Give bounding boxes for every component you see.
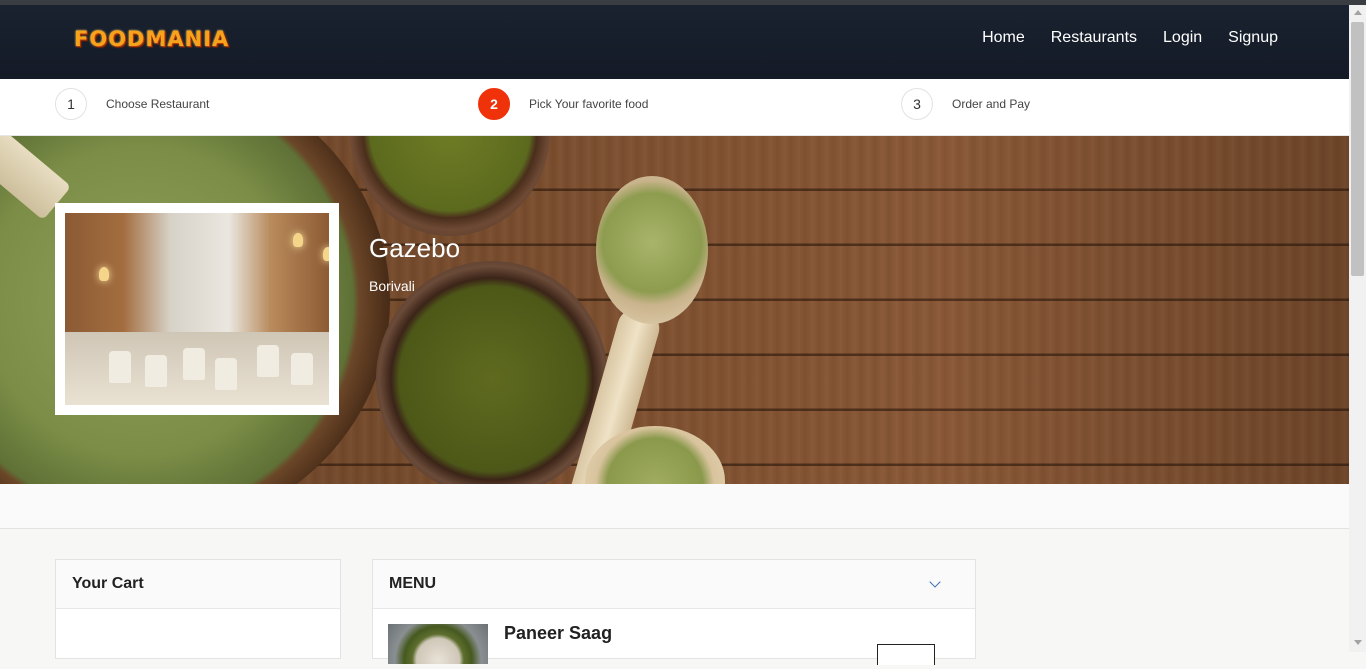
step-number: 1 — [55, 88, 87, 120]
step-label: Order and Pay — [952, 97, 1031, 111]
nav-login-link[interactable]: Login — [1163, 29, 1202, 47]
lamp-decoration — [323, 247, 329, 261]
nav-links: Home Restaurants Login Signup — [982, 29, 1278, 47]
menu-header[interactable]: MENU — [373, 560, 975, 609]
restaurant-hero-banner: Gazebo Borivali — [0, 136, 1349, 484]
lamp-decoration — [99, 267, 109, 281]
step-label: Pick Your favorite food — [529, 97, 649, 111]
tea-cup-decoration — [350, 136, 550, 236]
step-pick-food[interactable]: 2 Pick Your favorite food — [478, 88, 648, 120]
restaurant-photo — [65, 213, 329, 405]
nav-home-link[interactable]: Home — [982, 29, 1025, 47]
chair-decoration — [183, 348, 205, 380]
food-thumbnail — [388, 624, 488, 664]
chair-decoration — [257, 345, 279, 377]
chair-decoration — [145, 355, 167, 387]
scroll-up-arrow-icon[interactable] — [1354, 10, 1362, 15]
nav-restaurants-link[interactable]: Restaurants — [1051, 29, 1137, 47]
chevron-down-icon[interactable] — [929, 576, 941, 588]
step-number-active: 2 — [478, 88, 510, 120]
order-steps: 1 Choose Restaurant 2 Pick Your favorite… — [0, 79, 1349, 136]
foodmania-logo[interactable]: FOODMANIA — [74, 27, 229, 51]
step-order-pay[interactable]: 3 Order and Pay — [901, 88, 1030, 120]
section-divider — [0, 484, 1349, 529]
menu-panel: MENU Paneer Saag — [372, 559, 976, 665]
spoon-decoration — [596, 176, 708, 324]
food-name: Paneer Saag — [504, 623, 613, 643]
nav-signup-link[interactable]: Signup — [1228, 29, 1278, 47]
restaurant-photo-frame — [55, 203, 339, 415]
cart-panel: Your Cart — [55, 559, 341, 659]
restaurant-location: Borivali — [369, 278, 415, 294]
menu-item: Paneer Saag — [373, 609, 975, 669]
chair-decoration — [215, 358, 237, 390]
restaurant-name: Gazebo — [369, 233, 461, 263]
lamp-decoration — [293, 233, 303, 247]
step-label: Choose Restaurant — [106, 97, 210, 111]
cart-title: Your Cart — [56, 560, 340, 609]
step-choose-restaurant[interactable]: 1 Choose Restaurant — [55, 88, 209, 120]
chair-decoration — [291, 353, 313, 385]
add-to-cart-button[interactable] — [877, 644, 935, 665]
scrollbar-thumb[interactable] — [1351, 22, 1364, 276]
tea-cup-decoration — [376, 261, 608, 484]
menu-title: MENU — [389, 575, 437, 592]
chair-decoration — [109, 351, 131, 383]
scroll-down-arrow-icon[interactable] — [1354, 640, 1362, 645]
step-number: 3 — [901, 88, 933, 120]
navbar: FOODMANIA Home Restaurants Login Signup — [0, 5, 1349, 79]
